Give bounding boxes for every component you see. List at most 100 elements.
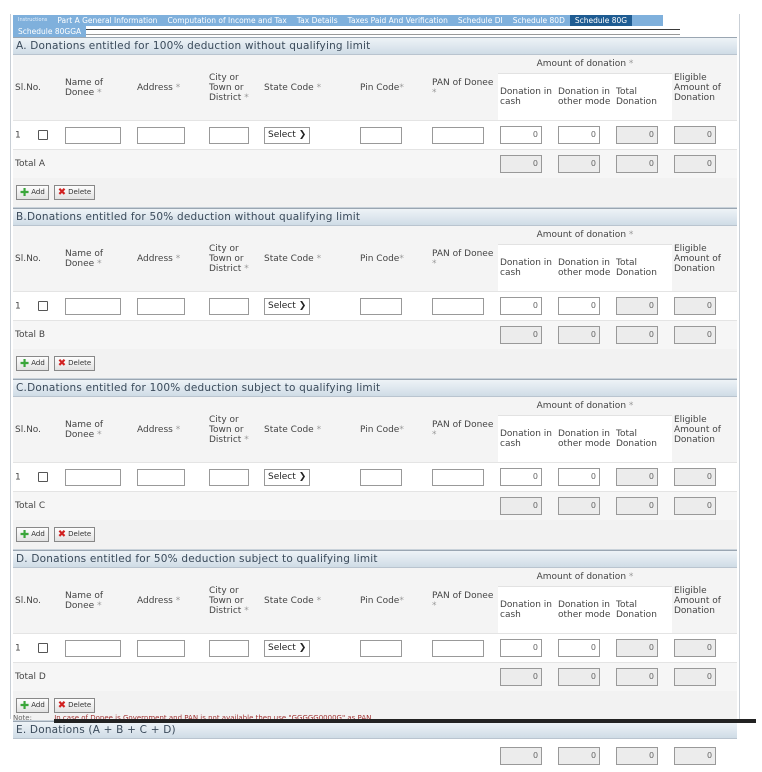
chevron-down-icon: ❯ [298,472,307,482]
row-select-checkbox[interactable] [37,471,48,482]
col-pan-of-donee: PAN of Donee * [430,397,498,463]
donation-table: Sl.No. Name of Donee * Address * City or… [13,55,737,178]
schedule-tabs: Instructions Part A General Information … [13,15,681,37]
tab-schedule-80gga[interactable]: Schedule 80GGA [13,26,87,37]
total-other-mode-value: 0 [558,326,600,344]
total-total-donation-value: 0 [616,668,658,686]
summary-eligible-value: 0 [674,746,717,765]
total-other-mode-value: 0 [558,155,600,173]
tab-part-a-general-information[interactable]: Part A General Information [52,15,162,26]
tab-instructions[interactable]: Instructions [13,15,52,26]
summary-section: E. Donations (A + B + C + D) 0 0 0 0 [13,721,738,772]
tab-computation-of-income-and-tax[interactable]: Computation of Income and Tax [162,15,291,26]
col-slno: Sl.No. [13,568,63,634]
donee-name-input[interactable] [65,126,121,144]
donee-name-input[interactable] [65,639,121,657]
tab-schedule-di[interactable]: Schedule DI [453,15,508,26]
total-eligible-value: 0 [674,155,716,173]
section-title: A. Donations entitled for 100% deduction… [13,37,737,55]
tab-schedule-80g[interactable]: Schedule 80G [569,15,633,26]
state-code-select[interactable]: Select ❯ [264,126,311,144]
donation-cash-input[interactable]: 0 [500,297,542,315]
total-eligible-value: 0 [674,497,716,515]
pan-input[interactable] [432,297,484,315]
table-header: Sl.No. Name of Donee * Address * City or… [13,568,737,634]
row-slno: 1 [15,130,21,141]
donation-cash-input[interactable]: 0 [500,126,542,144]
address-input[interactable] [137,468,185,486]
delete-button[interactable]: ✖ Delete [53,527,96,542]
total-label: Total D [13,662,498,691]
donation-other-mode-input[interactable]: 0 [558,468,600,486]
row-select-checkbox[interactable] [37,300,48,311]
col-donation-other-mode: Donation in other mode [556,586,614,634]
table-row: 1 Select ❯ 0 0 0 0 [13,633,737,663]
horizontal-scrollbar[interactable] [54,719,756,723]
section-title: D. Donations entitled for 50% deduction … [13,550,737,568]
section-title: B.Donations entitled for 50% deduction w… [13,208,737,226]
city-input[interactable] [209,639,249,657]
add-button[interactable]: ✚ Add [16,698,49,713]
address-input[interactable] [137,639,185,657]
pin-code-input[interactable] [360,639,402,657]
state-code-select[interactable]: Select ❯ [264,468,311,486]
donation-other-mode-input[interactable]: 0 [558,126,600,144]
row-actions: ✚ Add ✖ Delete [13,178,737,208]
row-slno: 1 [15,301,21,312]
summary-row: 0 0 0 0 [13,739,738,772]
pan-input[interactable] [432,468,484,486]
donation-other-mode-input[interactable]: 0 [558,639,600,657]
plus-icon: ✚ [20,699,30,712]
pin-code-input[interactable] [360,297,402,315]
row-select-checkbox[interactable] [37,129,48,140]
section-title: C.Donations entitled for 100% deduction … [13,379,737,397]
donation-other-mode-input[interactable]: 0 [558,297,600,315]
pin-code-input[interactable] [360,468,402,486]
city-input[interactable] [209,126,249,144]
donation-table: Sl.No. Name of Donee * Address * City or… [13,226,737,349]
add-button[interactable]: ✚ Add [16,356,49,371]
total-total-donation-value: 0 [616,497,658,515]
address-input[interactable] [137,126,185,144]
delete-button[interactable]: ✖ Delete [53,356,96,371]
col-eligible-amount: Eligible Amount of Donation [672,568,737,634]
total-other-mode-value: 0 [558,668,600,686]
col-name-of-donee: Name of Donee * [63,226,135,292]
col-donation-other-mode: Donation in other mode [556,244,614,292]
delete-button[interactable]: ✖ Delete [53,698,96,713]
row-select-checkbox[interactable] [37,642,48,653]
total-label: Total B [13,320,498,349]
pin-code-input[interactable] [360,126,402,144]
delete-button[interactable]: ✖ Delete [53,185,96,200]
donation-cash-input[interactable]: 0 [500,639,542,657]
total-total-donation-value: 0 [616,155,658,173]
donation-cash-input[interactable]: 0 [500,468,542,486]
tab-tax-details[interactable]: Tax Details [292,15,343,26]
city-input[interactable] [209,468,249,486]
delete-icon: ✖ [57,357,67,369]
state-code-select[interactable]: Select ❯ [264,639,311,657]
total-eligible-value: 0 [674,326,716,344]
tab-schedule-80d[interactable]: Schedule 80D [508,15,570,26]
donee-name-input[interactable] [65,297,121,315]
total-label: Total A [13,149,498,178]
add-button[interactable]: ✚ Add [16,185,49,200]
address-input[interactable] [137,297,185,315]
donee-name-input[interactable] [65,468,121,486]
summary-total-donation-value: 0 [616,746,659,765]
tab-taxes-paid-and-verification[interactable]: Taxes Paid And Verification [343,15,453,26]
delete-icon: ✖ [57,699,67,711]
col-eligible-amount: Eligible Amount of Donation [672,226,737,292]
state-code-select[interactable]: Select ❯ [264,297,311,315]
pan-input[interactable] [432,639,484,657]
eligible-amount-value: 0 [674,126,716,144]
summary-cash-value: 0 [500,746,543,765]
delete-icon: ✖ [57,186,67,198]
col-donation-in-cash: Donation in cash [498,586,556,634]
table-row: 1 Select ❯ 0 0 0 0 [13,462,737,492]
city-input[interactable] [209,297,249,315]
total-donation-value: 0 [616,126,658,144]
add-button[interactable]: ✚ Add [16,527,49,542]
col-total-donation: Total Donation [614,586,672,634]
pan-input[interactable] [432,126,484,144]
